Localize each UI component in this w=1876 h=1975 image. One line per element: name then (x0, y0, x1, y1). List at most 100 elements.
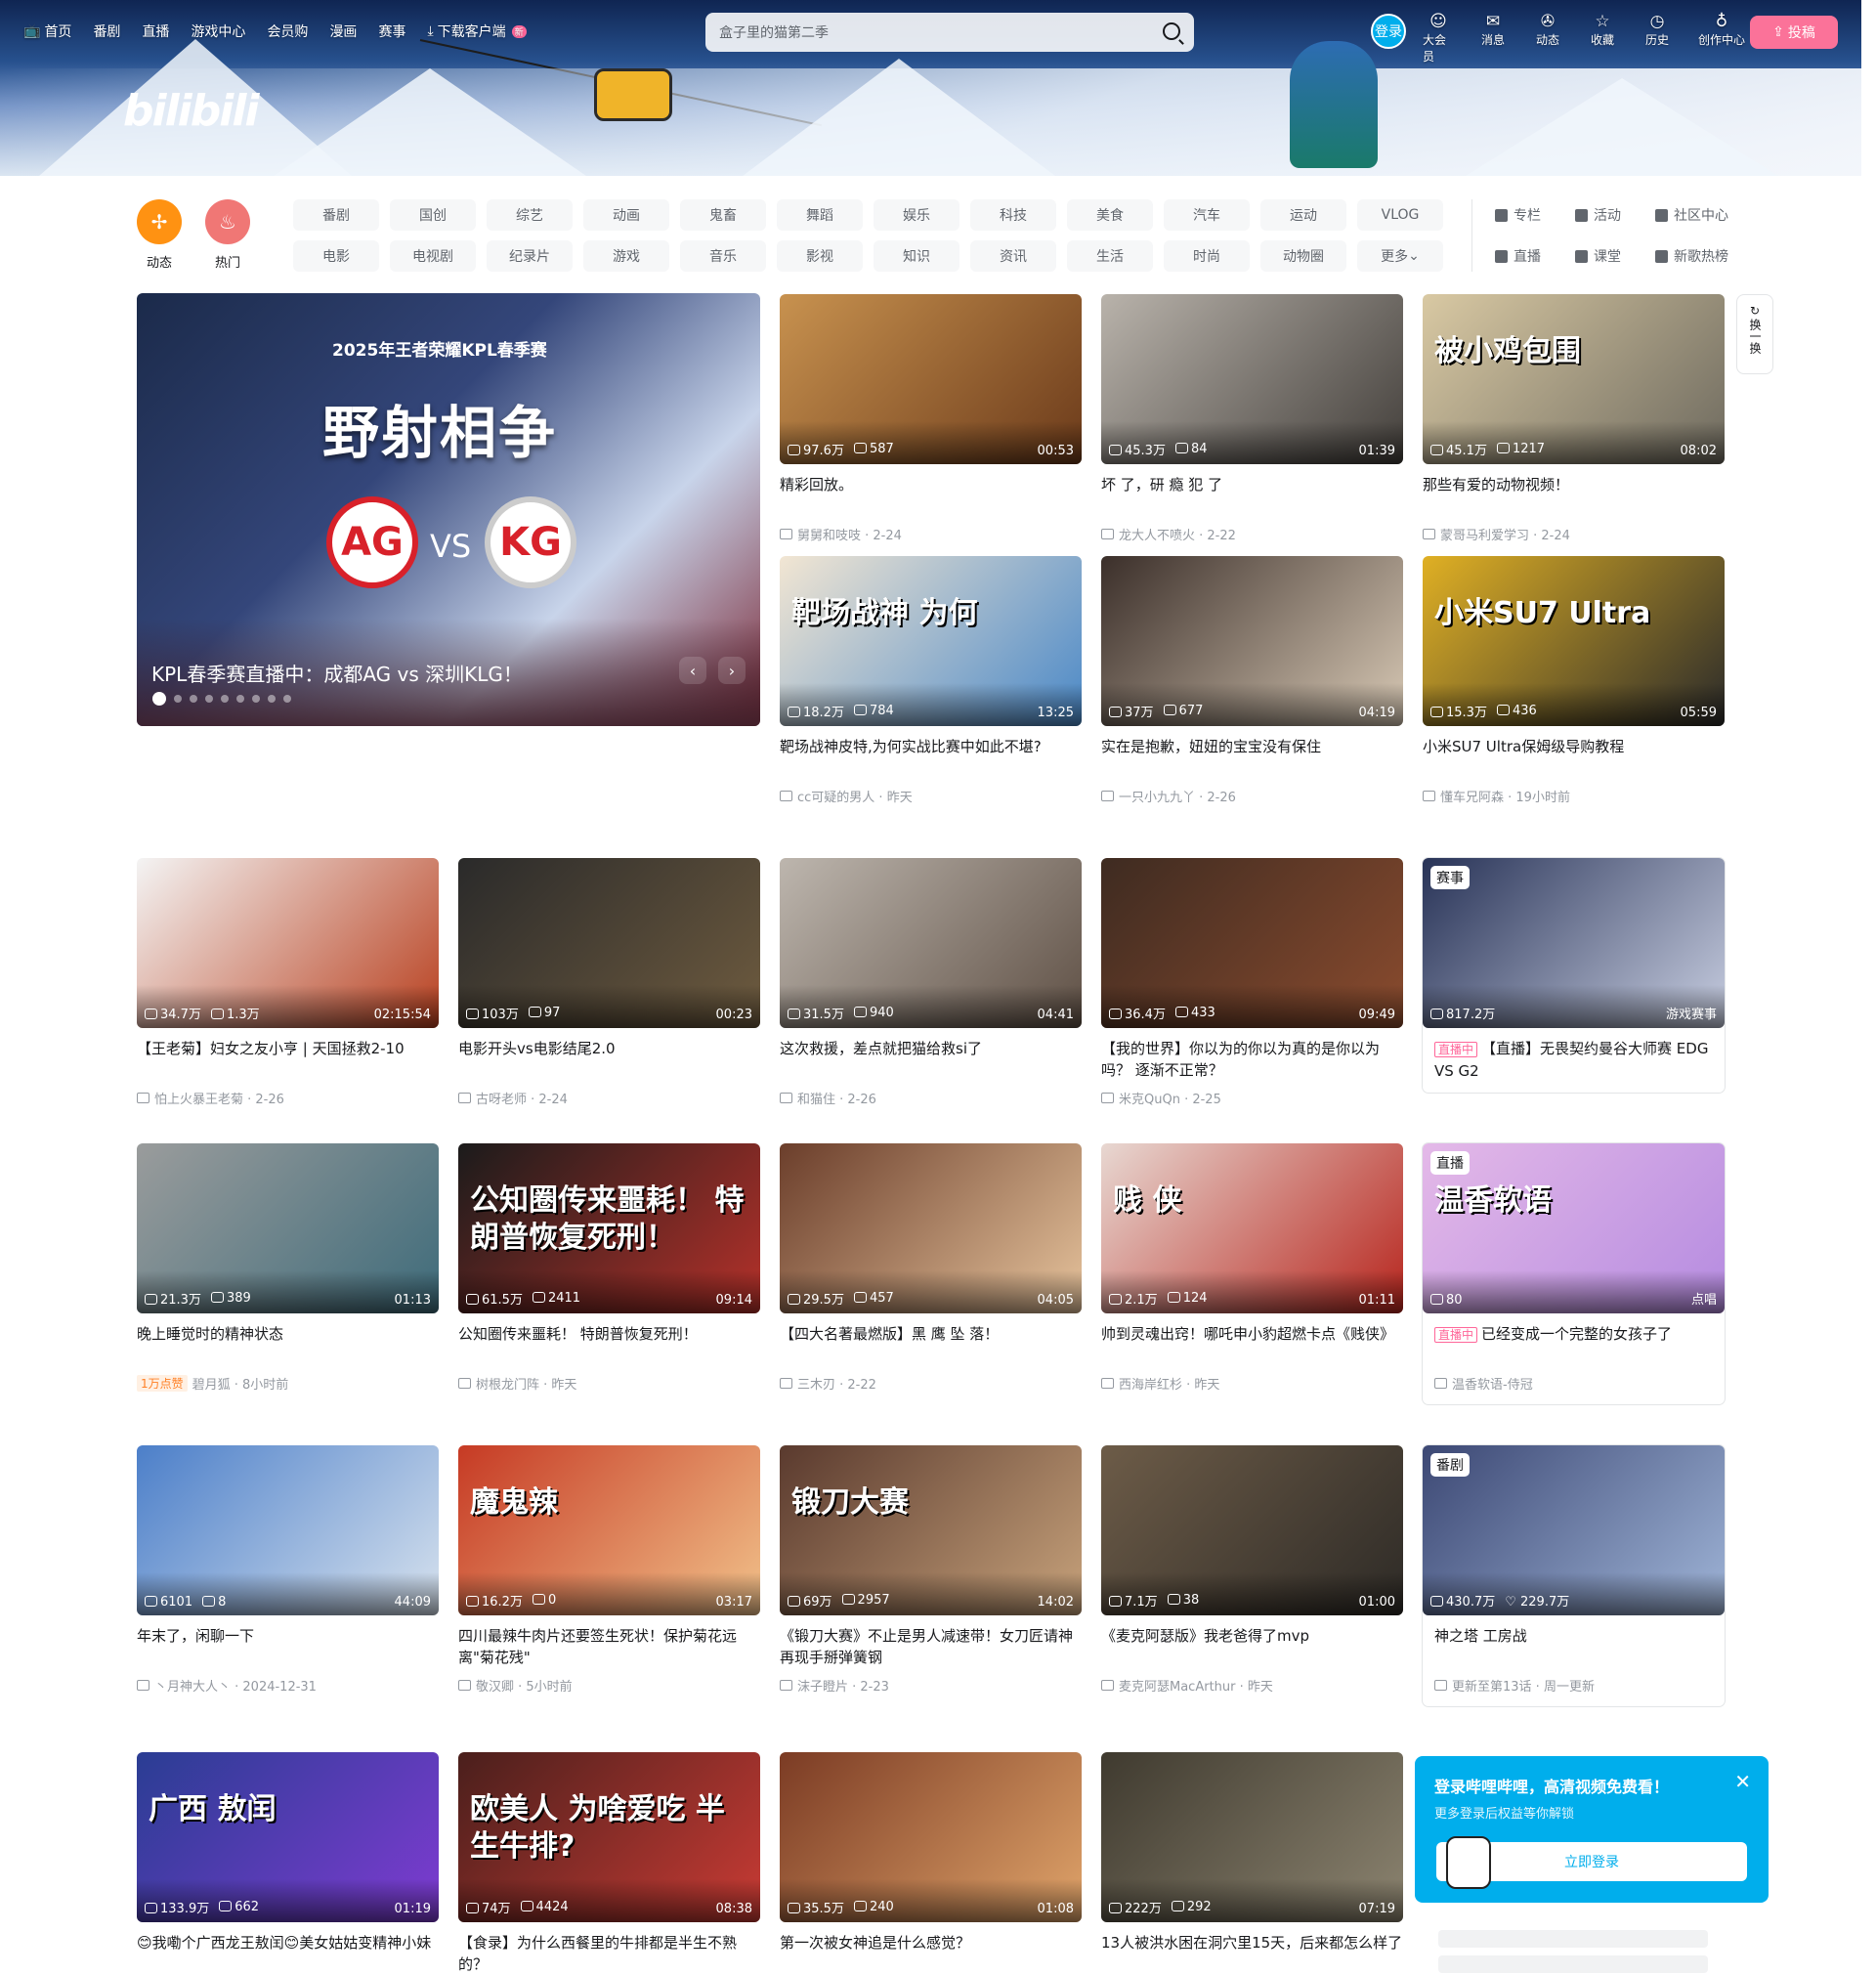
carousel-dot[interactable] (190, 695, 197, 703)
video-card[interactable]: 广西 敖闰 133.9万 662 01:19 😊我嘞个广西龙王敖闰😊美女姑姑变精神小妹 (137, 1752, 439, 1975)
video-thumbnail[interactable]: 103万 97 00:23 (458, 858, 760, 1028)
carousel-prev-button[interactable]: ‹ (679, 657, 706, 684)
tag-item[interactable]: 美食 (1067, 199, 1153, 231)
video-title[interactable]: 精彩回放。 (780, 474, 1082, 517)
nav-manga[interactable]: 漫画 (329, 21, 357, 41)
nav-mall[interactable]: 会员购 (267, 21, 308, 41)
nav-anime[interactable]: 番剧 (93, 21, 120, 41)
uploader-name[interactable]: 一只小九九丫 · 2-26 (1119, 787, 1236, 805)
side-link-community[interactable]: 社区中心 (1655, 199, 1731, 231)
history-button[interactable]: ◷ 历史 (1642, 12, 1673, 64)
hot-channel-label[interactable]: 热门 (198, 252, 257, 271)
video-thumbnail[interactable]: 锻刀大赛 69万 2957 14:02 (780, 1445, 1082, 1615)
uploader-name[interactable]: 米克QuQn · 2-25 (1119, 1089, 1221, 1107)
uploader-name[interactable]: 和猫住 · 2-26 (797, 1089, 876, 1107)
uploader-name[interactable]: cc可疑的男人 · 昨天 (797, 787, 913, 805)
video-thumbnail[interactable]: 被小鸡包围 45.1万 1217 08:02 (1423, 294, 1725, 464)
tag-item[interactable]: 综艺 (487, 199, 573, 231)
video-thumbnail[interactable]: 小米SU7 Ultra 15.3万 436 05:59 (1423, 556, 1725, 726)
tag-item[interactable]: 知识 (874, 240, 959, 272)
video-title[interactable]: 直播中 【直播】无畏契约曼谷大师赛 EDG VS G2 (1423, 1038, 1725, 1081)
video-thumbnail[interactable]: 29.5万 457 04:05 (780, 1143, 1082, 1313)
uploader-name[interactable]: 舅舅和吱吱 · 2-24 (797, 525, 902, 543)
video-thumbnail[interactable]: 45.3万 84 01:39 (1101, 294, 1403, 464)
dynamic-channel-label[interactable]: 动态 (130, 252, 189, 271)
video-title[interactable]: 【我的世界】你以为的你以为真的是你以为吗？ 逐渐不正常？ (1101, 1038, 1403, 1081)
uploader-name[interactable]: 西海岸红杉 · 昨天 (1119, 1374, 1219, 1393)
creator-button[interactable]: ♁ 创作中心 (1696, 12, 1747, 64)
nav-download[interactable]: ⤓ 下载客户端新 (427, 21, 527, 41)
video-title[interactable]: 坏 了，研 瘾 犯 了 (1101, 474, 1403, 517)
video-title[interactable]: 四川最辣牛肉片还要签生死状！保护菊花远离"菊花残" (458, 1625, 760, 1668)
more-tags-button[interactable]: 更多 ⌄ (1357, 240, 1443, 272)
video-thumbnail[interactable]: 222万 292 07:19 (1101, 1752, 1403, 1922)
uploader-name[interactable]: 温香软语-侍冠 (1452, 1374, 1533, 1393)
video-card[interactable]: 97.6万 587 00:53 精彩回放。 舅舅和吱吱 · 2-24 (780, 294, 1082, 543)
side-link-course[interactable]: 课堂 (1575, 240, 1651, 272)
uploader-name[interactable]: 丶月神大人丶 · 2024-12-31 (154, 1676, 317, 1695)
video-title[interactable]: 【四大名著最燃版】黑 鹰 坠 落！ (780, 1323, 1082, 1366)
video-thumbnail[interactable]: 温香软语 直播 80 点唱 (1423, 1143, 1725, 1313)
refresh-button[interactable]: ↻ 换一换 (1736, 294, 1773, 374)
tag-item[interactable]: 游戏 (583, 240, 669, 272)
video-card[interactable]: 锻刀大赛 69万 2957 14:02 《锻刀大赛》不止是男人减速带！女刀匠请神 再现手… (780, 1445, 1082, 1695)
uploader-name[interactable]: 龙大人不喷火 · 2-22 (1119, 525, 1236, 543)
video-card[interactable]: 欧美人 为啥爱吃 半生牛排? 74万 4424 08:38 【食录】为什么西餐里的牛排都… (458, 1752, 760, 1975)
carousel-dot[interactable] (283, 695, 291, 703)
tag-item[interactable]: 影视 (777, 240, 863, 272)
nav-live[interactable]: 直播 (142, 21, 169, 41)
uploader-name[interactable]: 懂车兄阿森 · 19小时前 (1440, 787, 1570, 805)
video-title[interactable]: 《麦克阿瑟版》我老爸得了mvp (1101, 1625, 1403, 1668)
video-card[interactable]: 37万 677 04:19 实在是抱歉，妞妞的宝宝没有保住 一只小九九丫 · 2-26 (1101, 556, 1403, 805)
nav-game-center[interactable]: 游戏中心 (191, 21, 245, 41)
video-thumbnail[interactable]: 35.5万 240 01:08 (780, 1752, 1082, 1922)
bilibili-logo[interactable]: bilibili (123, 86, 259, 136)
video-thumbnail[interactable]: 赛事 817.2万 游戏赛事 (1423, 858, 1725, 1028)
video-thumbnail[interactable]: 欧美人 为啥爱吃 半生牛排? 74万 4424 08:38 (458, 1752, 760, 1922)
uploader-name[interactable]: 怕上火暴王老菊 · 2-26 (154, 1089, 284, 1107)
tag-item[interactable]: 汽车 (1164, 199, 1250, 231)
carousel-dot[interactable] (252, 695, 260, 703)
tag-item[interactable]: 电视剧 (390, 240, 476, 272)
video-card[interactable]: 45.3万 84 01:39 坏 了，研 瘾 犯 了龙大人不喷火 · 2-22 (1101, 294, 1403, 543)
search-icon[interactable] (1163, 22, 1180, 40)
tag-item[interactable]: VLOG (1357, 199, 1443, 231)
video-thumbnail[interactable]: 广西 敖闰 133.9万 662 01:19 (137, 1752, 439, 1922)
carousel-banner[interactable]: 2025年王者荣耀KPL春季赛 野射相争 AG VS KG KPL春季赛直播中：… (137, 293, 760, 726)
video-title[interactable]: 13人被洪水困在洞穴里15天，后来都怎么样了 (1101, 1932, 1403, 1975)
video-title[interactable]: 【食录】为什么西餐里的牛排都是半生不熟的？ (458, 1932, 760, 1975)
video-thumbnail[interactable]: 公知圈传来噩耗！ 特朗普恢复死刑！ 61.5万 2411 09:14 (458, 1143, 760, 1313)
video-card[interactable]: 35.5万 240 01:08 第一次被女神追是什么感觉？ (780, 1752, 1082, 1975)
video-card[interactable]: 魔鬼辣 16.2万 0 03:17 四川最辣牛肉片还要签生死状！保护菊花远离"菊花残" 敬… (458, 1445, 760, 1695)
video-thumbnail[interactable]: 6101 8 44:09 (137, 1445, 439, 1615)
video-title[interactable]: 电影开头vs电影结尾2.0 (458, 1038, 760, 1081)
tag-item[interactable]: 时尚 (1164, 240, 1250, 272)
carousel-dot[interactable] (205, 695, 213, 703)
carousel-dot[interactable] (236, 695, 244, 703)
video-title[interactable]: 第一次被女神追是什么感觉？ (780, 1932, 1082, 1975)
video-title[interactable]: 神之塔 工房战 (1423, 1625, 1725, 1668)
side-link-activity[interactable]: 活动 (1575, 199, 1651, 231)
login-avatar-button[interactable]: 登录 (1371, 14, 1406, 49)
side-link-music[interactable]: 新歌热榜 (1655, 240, 1731, 272)
tag-item[interactable]: 国创 (390, 199, 476, 231)
video-title[interactable]: 小米SU7 Ultra保姆级导购教程 (1423, 736, 1725, 779)
close-icon[interactable]: ✕ (1734, 1770, 1751, 1793)
uploader-name[interactable]: 古呀老师 · 2-24 (476, 1089, 568, 1107)
tag-item[interactable]: 运动 (1260, 199, 1346, 231)
uploader-name[interactable]: 碧月狐 · 8小时前 (192, 1374, 289, 1393)
video-card[interactable]: 29.5万 457 04:05 【四大名著最燃版】黑 鹰 坠 落！ 三木刃 · 2-22 (780, 1143, 1082, 1393)
uploader-name[interactable]: 三木刃 · 2-22 (797, 1374, 876, 1393)
banner-caption[interactable]: KPL春季赛直播中：成都AG vs 深圳KLG！ (151, 659, 523, 687)
video-card[interactable]: 34.7万 1.3万 02:15:54 【王老菊】妇女之友小亨 | 天国拯救2-10 怕… (137, 858, 439, 1107)
carousel-dot[interactable] (174, 695, 182, 703)
favorite-button[interactable]: ☆ 收藏 (1587, 12, 1618, 64)
upload-button[interactable]: ⇪ 投稿 (1750, 16, 1838, 49)
search-input[interactable]: 盒子里的猫第二季 (705, 13, 1194, 52)
video-card[interactable]: 公知圈传来噩耗！ 特朗普恢复死刑！ 61.5万 2411 09:14 公知圈传来噩耗！ … (458, 1143, 760, 1393)
video-card[interactable]: 222万 292 07:19 13人被洪水困在洞穴里15天，后来都怎么样了 (1101, 1752, 1403, 1975)
video-card[interactable]: 贱 侠 2.1万 124 01:11 帅到灵魂出窍！哪吒申小豹超燃卡点《贱侠》 西海岸红杉… (1101, 1143, 1403, 1393)
video-title[interactable]: 实在是抱歉，妞妞的宝宝没有保住 (1101, 736, 1403, 779)
tag-item[interactable]: 资讯 (970, 240, 1056, 272)
video-title[interactable]: 帅到灵魂出窍！哪吒申小豹超燃卡点《贱侠》 (1101, 1323, 1403, 1366)
